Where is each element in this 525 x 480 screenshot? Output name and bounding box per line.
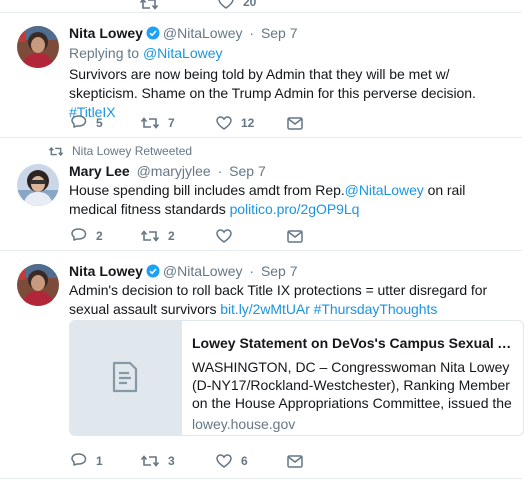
like-icon [216, 454, 232, 468]
retweet-icon [140, 0, 158, 10]
separator: · [249, 25, 255, 41]
tweet-actions: 1 3 6 [71, 451, 511, 471]
tweet-body: House spending bill includes amdt from R… [69, 182, 345, 198]
tweet-header: Nita Lowey @NitaLowey · Sep 7 [69, 24, 512, 42]
tweet-date[interactable]: Sep 7 [261, 25, 298, 41]
tweet-body: Survivors are now being told by Admin th… [69, 66, 476, 101]
retweet-button[interactable]: 3 [141, 451, 175, 471]
tweet-actions: 5 7 12 [71, 113, 511, 133]
card-domain: lowey.house.gov [192, 416, 296, 432]
retweet-count: 2 [168, 229, 175, 243]
reply-mention-link[interactable]: @NitaLowey [143, 45, 223, 61]
like-count: 20 [243, 0, 257, 9]
tweet-date[interactable]: Sep 7 [229, 163, 266, 179]
retweet-icon [141, 117, 159, 129]
avatar[interactable] [17, 26, 59, 68]
like-count: 6 [241, 454, 248, 468]
direct-message-button[interactable] [287, 451, 303, 471]
divider [0, 478, 522, 479]
like-button[interactable]: 20 [218, 0, 256, 12]
author-name[interactable]: Nita Lowey [69, 25, 143, 41]
verified-icon [146, 264, 160, 278]
reply-icon [71, 115, 87, 128]
tweet-date[interactable]: Sep 7 [261, 263, 298, 279]
separator: · [217, 163, 223, 179]
card-title: Lowey Statement on DeVos's Campus Sexual… [192, 335, 513, 351]
card-thumbnail [70, 321, 182, 435]
url-link[interactable]: politico.pro/2gOP9Lq [230, 201, 360, 217]
retweet-icon [141, 230, 159, 242]
tweet-content: Nita Lowey @NitaLowey · Sep 7 Admin's dec… [69, 262, 512, 319]
reply-icon [71, 228, 87, 241]
tweet-header: Mary Lee @maryjylee · Sep 7 [69, 162, 512, 180]
reply-icon [71, 453, 87, 466]
dm-icon [287, 454, 303, 468]
replying-to: Replying to @NitaLowey [69, 44, 512, 63]
url-link[interactable]: bit.ly/2wMtUAr [220, 301, 310, 317]
dm-icon [287, 229, 303, 243]
like-button[interactable]: 12 [216, 113, 254, 133]
dm-icon [287, 116, 303, 130]
like-icon [216, 116, 232, 130]
tweet[interactable]: Nita Lowey @NitaLowey · Sep 7 Replying to… [0, 13, 522, 137]
link-card[interactable]: Lowey Statement on DeVos's Campus Sexual… [69, 320, 524, 436]
previous-tweet-actions: 20 [0, 0, 525, 10]
tweet-header: Nita Lowey @NitaLowey · Sep 7 [69, 262, 512, 280]
retweet-icon [141, 455, 159, 467]
avatar[interactable] [17, 164, 59, 206]
author-handle[interactable]: @maryjylee [137, 163, 211, 179]
like-count: 12 [241, 116, 255, 130]
tweet[interactable]: Nita Lowey Retweeted Mary Lee @maryjylee… [0, 138, 522, 250]
card-description: WASHINGTON, DC – Congresswoman Nita Lowe… [192, 359, 512, 411]
reply-button[interactable]: 5 [71, 113, 103, 133]
timeline-feed: 20 Nita Lowey @NitaLowey · Sep 7 Replying… [0, 0, 525, 480]
document-icon [112, 361, 138, 393]
reply-button[interactable]: 2 [71, 226, 103, 246]
avatar[interactable] [17, 264, 59, 306]
like-icon [216, 229, 232, 243]
tweet[interactable]: Nita Lowey @NitaLowey · Sep 7 Admin's dec… [0, 251, 524, 480]
author-name[interactable]: Mary Lee [69, 163, 130, 179]
retweet-icon [49, 146, 63, 156]
reply-count: 1 [96, 454, 103, 468]
retweet-count: 7 [168, 116, 175, 130]
like-button[interactable] [216, 226, 241, 246]
hashtag-link[interactable]: #ThursdayThoughts [314, 301, 438, 317]
reply-button[interactable]: 1 [71, 451, 103, 471]
tweet-content: Mary Lee @maryjylee · Sep 7 House spendi… [69, 162, 512, 219]
tweet-text: Admin's decision to roll back Title IX p… [69, 281, 512, 319]
mention-link[interactable]: @NitaLowey [345, 182, 424, 198]
verified-icon [146, 26, 160, 40]
author-name[interactable]: Nita Lowey [69, 263, 143, 279]
separator: · [249, 263, 255, 279]
reply-count: 2 [96, 229, 103, 243]
like-button[interactable]: 6 [216, 451, 248, 471]
tweet-content: Nita Lowey @NitaLowey · Sep 7 Replying to… [69, 24, 512, 122]
direct-message-button[interactable] [287, 226, 303, 246]
card-body: Lowey Statement on DeVos's Campus Sexual… [192, 321, 513, 433]
author-handle[interactable]: @NitaLowey [163, 25, 243, 41]
retweet-button[interactable]: 2 [141, 226, 175, 246]
tweet-text: House spending bill includes amdt from R… [69, 181, 512, 219]
retweet-context: Nita Lowey Retweeted [49, 144, 192, 158]
direct-message-button[interactable] [287, 113, 303, 133]
replying-prefix: Replying to [69, 45, 140, 61]
author-handle[interactable]: @NitaLowey [163, 263, 243, 279]
retweet-button[interactable]: 7 [141, 113, 175, 133]
tweet-actions: 2 2 [71, 226, 511, 246]
retweeted-by[interactable]: Nita Lowey Retweeted [72, 144, 192, 158]
reply-count: 5 [96, 116, 103, 130]
retweet-count: 3 [168, 454, 175, 468]
like-icon [218, 0, 234, 9]
